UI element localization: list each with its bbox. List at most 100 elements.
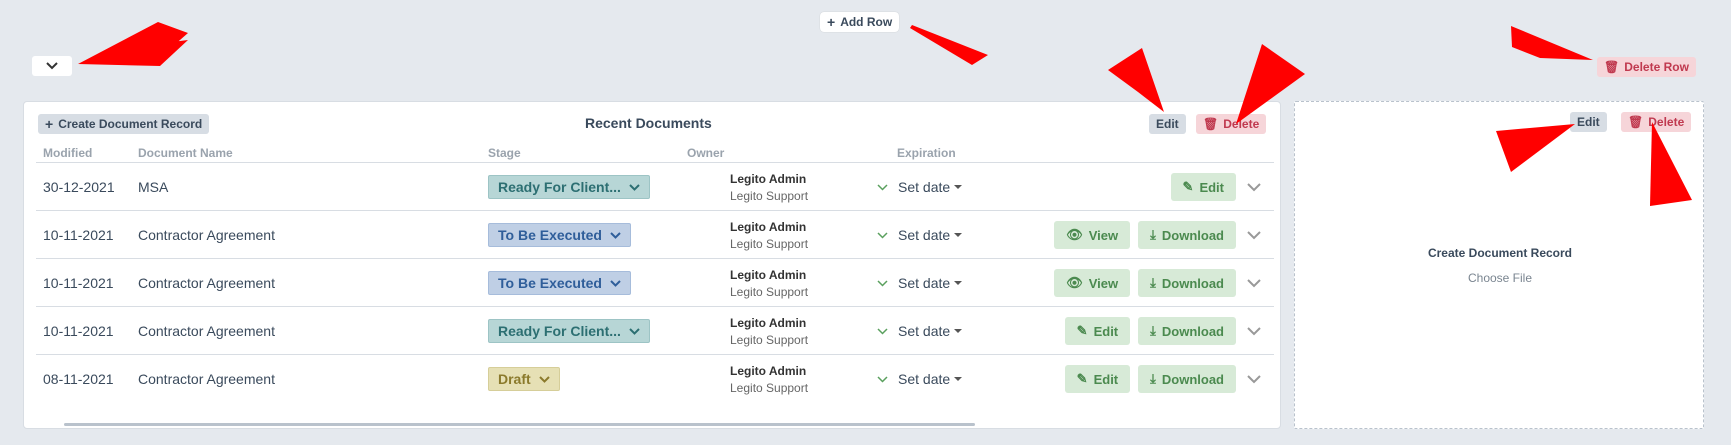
panel2-delete-button[interactable]: 🗑 Delete [1621, 112, 1692, 132]
table-row[interactable]: 08-11-2021 Contractor Agreement Draft Le… [36, 354, 1274, 402]
download-label: Download [1161, 227, 1224, 243]
stage-dropdown[interactable]: To Be Executed [488, 271, 631, 295]
chevron-down-icon [877, 279, 888, 287]
pencil-icon: ✎ [1182, 179, 1194, 194]
document-name-cell[interactable]: MSA [138, 163, 168, 211]
panel-delete-button[interactable]: 🗑 Delete [1196, 114, 1267, 134]
modified-cell: 10-11-2021 [43, 227, 114, 243]
owner-cell: Legito Admin Legito Support [730, 211, 808, 259]
owner-name: Legito Admin [730, 219, 807, 234]
panel2-edit-button[interactable]: Edit [1570, 112, 1607, 132]
view-button[interactable]: 👁 View [1054, 269, 1131, 297]
owner-secondary: Legito Support [730, 236, 809, 251]
add-row-button[interactable]: + Add Row [820, 12, 900, 32]
horizontal-scrollbar[interactable] [64, 423, 975, 426]
header-expiration[interactable]: Expiration [897, 146, 956, 160]
chevron-down-icon [1247, 230, 1261, 239]
owner-cell: Legito Admin Legito Support [730, 259, 808, 307]
header-owner[interactable]: Owner [687, 146, 724, 160]
table-row[interactable]: 30-12-2021 MSA Ready For Client... Legit… [36, 162, 1274, 210]
view-button[interactable]: 👁 View [1054, 221, 1131, 249]
plus-icon: + [45, 116, 54, 132]
owner-secondary: Legito Support [730, 380, 809, 395]
choose-file-link[interactable]: Choose File [1295, 271, 1705, 285]
collapse-toggle-button[interactable] [32, 56, 72, 76]
document-name-cell[interactable]: Contractor Agreement [138, 355, 275, 403]
download-button[interactable]: ⤓ Download [1138, 269, 1236, 297]
row-expand-toggle[interactable] [1247, 163, 1261, 211]
chevron-down-icon [877, 327, 888, 335]
pencil-icon: ✎ [1076, 323, 1088, 338]
chevron-down-icon [1247, 278, 1261, 287]
chevron-down-icon [877, 183, 888, 191]
download-icon: ⤓ [1150, 323, 1156, 338]
owner-cell: Legito Admin Legito Support [730, 163, 808, 211]
create-record-label: Create Document Record [58, 117, 203, 131]
download-button[interactable]: ⤓ Download [1138, 221, 1236, 249]
owner-dropdown-toggle[interactable] [877, 307, 888, 355]
stage-label: To Be Executed [498, 227, 602, 243]
download-icon: ⤓ [1150, 227, 1156, 242]
create-document-record-button[interactable]: + Create Document Record [38, 114, 210, 134]
stage-label: Ready For Client... [498, 323, 621, 339]
trash-icon: 🗑 [1203, 117, 1219, 131]
document-name-cell[interactable]: Contractor Agreement [138, 307, 275, 355]
stage-dropdown[interactable]: Ready For Client... [488, 319, 650, 343]
edit-button[interactable]: ✎ Edit [1170, 173, 1236, 201]
edit-button[interactable]: ✎ Edit [1064, 317, 1131, 345]
edit-label: Edit [1093, 371, 1119, 387]
owner-dropdown-toggle[interactable] [877, 211, 888, 259]
trash-icon: 🗑 [1604, 60, 1620, 74]
row-actions: 👁 View ⤓ Download [936, 259, 1236, 307]
row-expand-toggle[interactable] [1247, 259, 1261, 307]
stage-dropdown[interactable]: Ready For Client... [488, 175, 650, 199]
header-document-name[interactable]: Document Name [138, 146, 233, 160]
download-label: Download [1161, 323, 1224, 339]
table-row[interactable]: 10-11-2021 Contractor Agreement To Be Ex… [36, 258, 1274, 306]
row-expand-toggle[interactable] [1247, 211, 1261, 259]
delete-row-button[interactable]: 🗑 Delete Row [1597, 57, 1696, 77]
plus-icon: + [827, 14, 836, 30]
create-document-record-title: Create Document Record [1427, 246, 1573, 260]
header-modified[interactable]: Modified [43, 146, 92, 160]
stage-label: Ready For Client... [498, 179, 621, 195]
owner-name: Legito Admin [730, 315, 807, 330]
edit-label: Edit [1156, 117, 1179, 131]
eye-icon: 👁 [1066, 275, 1083, 290]
stage-label: Draft [498, 371, 531, 387]
row-actions: ✎ Edit ⤓ Download [936, 307, 1236, 355]
chevron-down-icon [629, 327, 640, 335]
modified-cell: 10-11-2021 [43, 275, 114, 291]
owner-dropdown-toggle[interactable] [877, 259, 888, 307]
download-icon: ⤓ [1150, 275, 1156, 290]
owner-dropdown-toggle[interactable] [877, 163, 888, 211]
header-stage[interactable]: Stage [488, 146, 521, 160]
chevron-down-icon [1247, 374, 1261, 383]
delete-row-label: Delete Row [1624, 60, 1689, 74]
delete-label: Delete [1648, 115, 1685, 129]
owner-secondary: Legito Support [730, 188, 809, 203]
row-expand-toggle[interactable] [1247, 355, 1261, 403]
row-actions: ✎ Edit ⤓ Download [936, 355, 1236, 403]
panel-title: Recent Documents [585, 115, 712, 131]
owner-dropdown-toggle[interactable] [877, 355, 888, 403]
edit-label: Edit [1199, 179, 1224, 195]
pencil-icon: ✎ [1076, 371, 1088, 386]
download-button[interactable]: ⤓ Download [1138, 365, 1236, 393]
document-name-cell[interactable]: Contractor Agreement [138, 259, 275, 307]
table-row[interactable]: 10-11-2021 Contractor Agreement To Be Ex… [36, 210, 1274, 258]
trash-icon: 🗑 [1628, 115, 1644, 129]
edit-button[interactable]: ✎ Edit [1064, 365, 1131, 393]
download-button[interactable]: ⤓ Download [1138, 317, 1236, 345]
delete-label: Delete [1223, 117, 1260, 131]
owner-secondary: Legito Support [730, 332, 809, 347]
chevron-down-icon [877, 375, 888, 383]
stage-dropdown[interactable]: Draft [488, 367, 560, 391]
row-expand-toggle[interactable] [1247, 307, 1261, 355]
table-row[interactable]: 10-11-2021 Contractor Agreement Ready Fo… [36, 306, 1274, 354]
stage-dropdown[interactable]: To Be Executed [488, 223, 631, 247]
panel-edit-button[interactable]: Edit [1149, 114, 1186, 134]
recent-documents-panel: + Create Document Record Recent Document… [23, 101, 1281, 429]
chevron-down-icon [538, 375, 550, 383]
document-name-cell[interactable]: Contractor Agreement [138, 211, 275, 259]
